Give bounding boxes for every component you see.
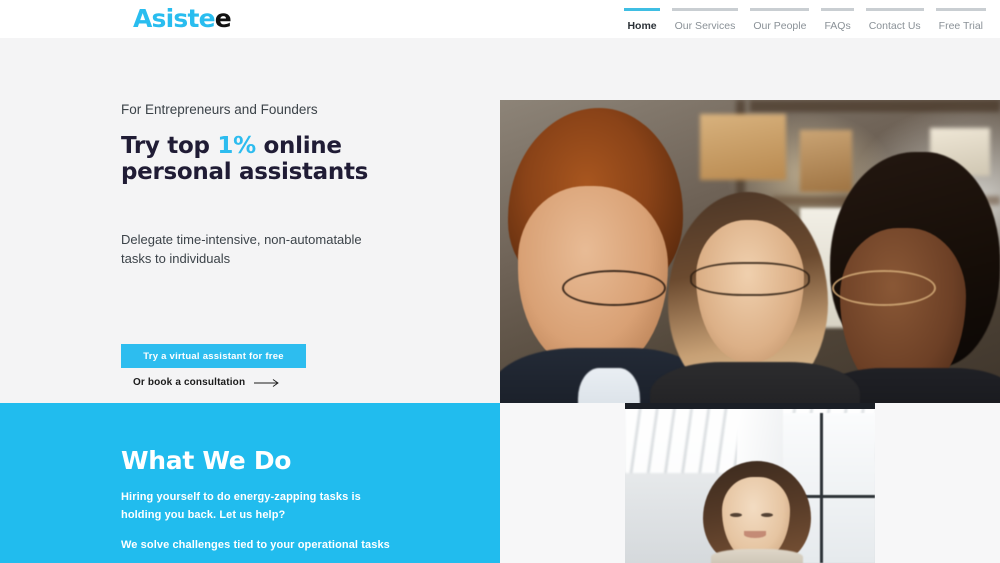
person-2-glasses [690, 262, 810, 296]
try-free-button[interactable]: Try a virtual assistant for free [121, 344, 306, 368]
nav-underline-faqs [821, 8, 854, 11]
office-box-2 [800, 130, 852, 192]
main-navigation: Home Our Services Our People FAQs Contac… [618, 8, 992, 34]
what-we-do-title: What We Do [121, 446, 292, 475]
nav-label-free-trial: Free Trial [938, 20, 983, 32]
person-3-glasses [832, 270, 936, 306]
hero-headline-line-1: Try top 1% online [121, 133, 481, 159]
hero-subcopy: Delegate time-intensive, non-automatable… [121, 232, 362, 266]
hero-copy: For Entrepreneurs and Founders Try top 1… [121, 101, 481, 268]
what-we-do-section: What We Do Hiring yourself to do energy-… [0, 403, 500, 563]
logo-secondary-text: e [214, 4, 232, 33]
photo2-window-mullion-vertical [820, 413, 823, 563]
hero-headline-text-2: online [255, 133, 342, 159]
nav-label-our-services: Our Services [674, 20, 736, 32]
nav-label-contact-us: Contact Us [868, 20, 921, 32]
person-1-glasses [562, 270, 666, 306]
book-consultation-label: Or book a consultation [133, 377, 246, 388]
hero-headline-text-1: Try top [121, 133, 218, 159]
hero-eyebrow: For Entrepreneurs and Founders [121, 102, 318, 117]
woman-mouth [744, 531, 766, 538]
landing-page: Asistee Home Our Services Our People FAQ… [0, 0, 1000, 563]
office-shelf-beam-top [750, 100, 1000, 112]
nav-underline-our-services [671, 8, 739, 11]
nav-item-contact-us[interactable]: Contact Us [860, 8, 930, 34]
woman-collar [711, 549, 803, 563]
nav-underline-free-trial [935, 8, 986, 11]
office-box-1 [700, 114, 786, 180]
what-we-do-lead: Hiring yourself to do energy-zapping tas… [121, 491, 361, 521]
hero-headline-line-2: personal assistants [121, 159, 369, 185]
woman-eye-left [730, 513, 742, 517]
nav-item-home[interactable]: Home [618, 8, 665, 34]
nav-item-our-people[interactable]: Our People [744, 8, 815, 34]
woman-eye-right [761, 513, 773, 517]
site-logo[interactable]: Asistee [133, 4, 232, 33]
nav-label-our-people: Our People [753, 20, 807, 32]
nav-underline-home [624, 8, 660, 11]
nav-item-our-services[interactable]: Our Services [666, 8, 745, 34]
hero-photo [500, 100, 1000, 441]
photo2-top-strip [625, 403, 875, 409]
logo-primary-text: Asiste [133, 4, 216, 33]
nav-label-faqs: FAQs [824, 20, 851, 32]
hero-headline-accent: 1% [217, 133, 256, 159]
nav-item-faqs[interactable]: FAQs [815, 8, 859, 34]
nav-item-free-trial[interactable]: Free Trial [930, 8, 992, 34]
book-consultation-link[interactable]: Or book a consultation [133, 377, 280, 388]
nav-label-home: Home [627, 20, 657, 32]
site-header: Asistee Home Our Services Our People FAQ… [0, 0, 1000, 38]
hero-section: For Entrepreneurs and Founders Try top 1… [0, 38, 1000, 441]
what-we-do-photo [625, 403, 875, 563]
what-we-do-sub: We solve challenges tied to your operati… [121, 539, 390, 551]
nav-underline-our-people [750, 8, 810, 11]
arrow-right-icon [254, 378, 279, 387]
hero-headline: Try top 1% online personal assistants [121, 133, 481, 185]
nav-underline-contact-us [865, 8, 924, 11]
